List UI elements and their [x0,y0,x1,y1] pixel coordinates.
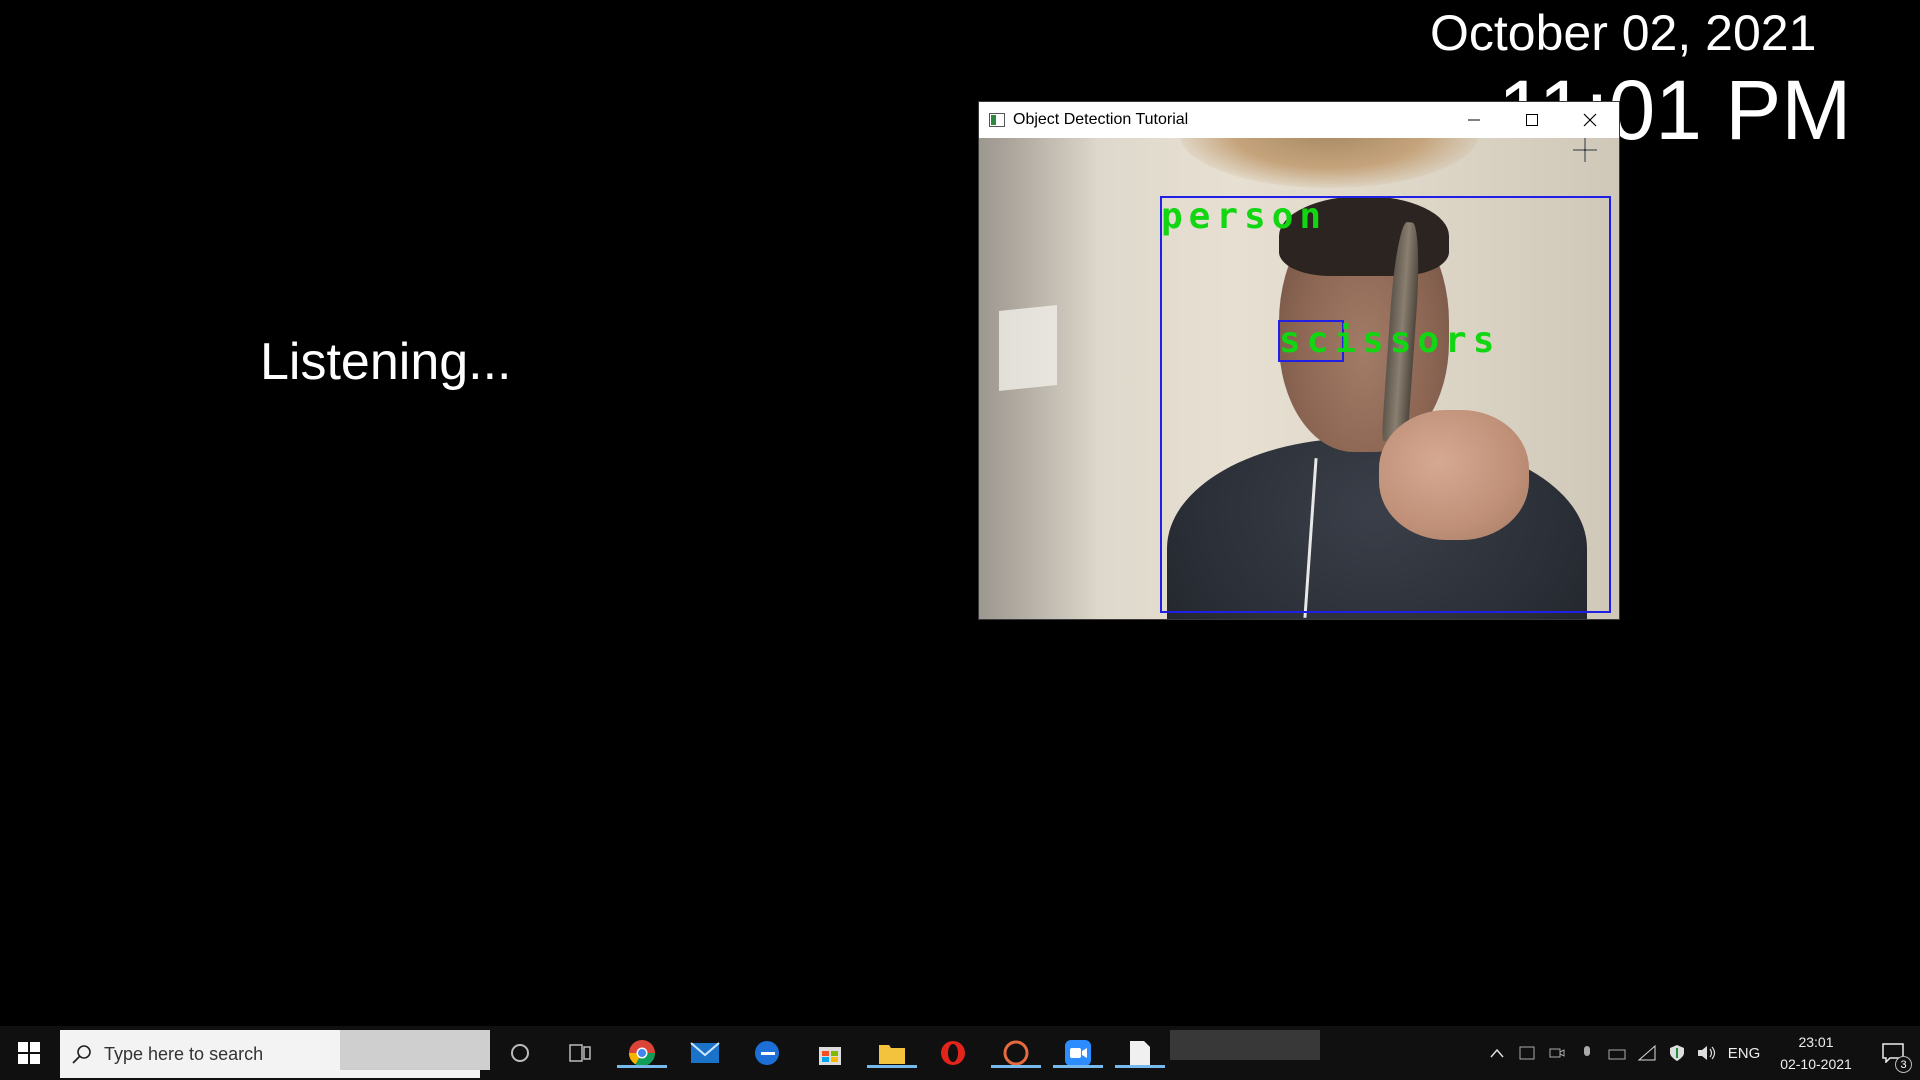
app-icon [1003,1040,1029,1066]
security-button[interactable] [1662,1026,1692,1080]
clock-date: 02-10-2021 [1780,1056,1852,1072]
network-button[interactable] [1632,1026,1662,1080]
camera-icon [1549,1048,1565,1058]
object-detection-window[interactable]: Object Detection Tutorial person scissor… [979,102,1619,619]
notifications-button[interactable]: 3 [1866,1026,1920,1080]
notepad-button[interactable] [1115,1038,1165,1068]
chrome-active-indicator [617,1065,667,1068]
system-tray: ENG 23:01 02-10-2021 3 [1482,1026,1920,1080]
zoom-active-indicator [1053,1065,1103,1068]
taskbar-clock[interactable]: 23:01 02-10-2021 [1766,1031,1866,1075]
light-patch [999,304,1057,392]
edge-icon [755,1041,779,1065]
task-view-icon [569,1044,591,1062]
crosshair-cursor-icon [1573,138,1597,162]
maximize-button[interactable] [1503,102,1561,138]
desktop-date: October 02, 2021 [1430,5,1817,61]
opera-icon [941,1041,965,1065]
windows-logo-icon [18,1042,40,1064]
window-titlebar[interactable]: Object Detection Tutorial [979,102,1619,138]
search-placeholder: Type here to search [104,1043,264,1064]
zoom-button[interactable] [1053,1038,1103,1068]
file-explorer-button[interactable] [867,1038,917,1068]
language-indicator[interactable]: ENG [1722,1045,1766,1062]
minimize-icon [1468,119,1480,121]
speaker-tray-icon [1608,1049,1626,1060]
camera-feed: person scissors [979,138,1619,619]
zoom-icon [1065,1040,1091,1066]
maximize-icon [1526,114,1538,126]
tray-app-3[interactable] [1572,1026,1602,1080]
store-icon [819,1047,841,1065]
clock-time: 23:01 [1798,1034,1834,1050]
file-explorer-icon [879,1045,905,1064]
tray-app-1[interactable] [1512,1026,1542,1080]
wifi-icon [1638,1045,1656,1061]
store-button[interactable] [815,1038,845,1068]
taskbar-blank-area [340,1030,490,1070]
chevron-up-icon [1490,1048,1504,1058]
window-app-icon [989,113,1005,127]
mail-button[interactable] [690,1038,720,1068]
task-view-button[interactable] [565,1038,595,1068]
tray-app-2[interactable] [1542,1026,1572,1080]
show-hidden-icons-button[interactable] [1482,1026,1512,1080]
document-icon [1519,1046,1535,1060]
window-title: Object Detection Tutorial [1013,111,1189,128]
ceiling-lamp [1179,138,1479,188]
listening-status: Listening... [260,333,512,391]
start-button[interactable] [0,1026,58,1080]
person-detection-label: person [1161,196,1328,237]
volume-icon [1698,1046,1716,1060]
notepad-icon [1130,1041,1150,1065]
opera-button[interactable] [938,1038,968,1068]
volume-button[interactable] [1692,1026,1722,1080]
tray-app-4[interactable] [1602,1026,1632,1080]
minimize-button[interactable] [1445,102,1503,138]
chrome-button[interactable] [617,1038,667,1068]
close-icon [1583,113,1597,127]
cortana-button[interactable] [505,1038,535,1068]
cortana-icon [511,1044,529,1062]
chrome-icon [628,1040,656,1067]
app-button[interactable] [991,1038,1041,1068]
notepad-active-indicator [1115,1065,1165,1068]
shield-icon [1670,1045,1684,1061]
microphone-icon [1584,1046,1590,1056]
close-button[interactable] [1561,102,1619,138]
explorer-active-indicator [867,1065,917,1068]
notification-count: 3 [1895,1056,1912,1073]
scissors-detection-label: scissors [1279,320,1501,361]
edge-button[interactable] [752,1038,782,1068]
mail-icon [690,1042,720,1063]
app-active-indicator [991,1065,1041,1068]
taskbar-overlay-strip [1170,1030,1320,1060]
taskbar: Type here to search ENG 23:01 02-10-2021… [0,1026,1920,1080]
search-icon [60,1044,104,1064]
person-bounding-box [1160,196,1611,613]
